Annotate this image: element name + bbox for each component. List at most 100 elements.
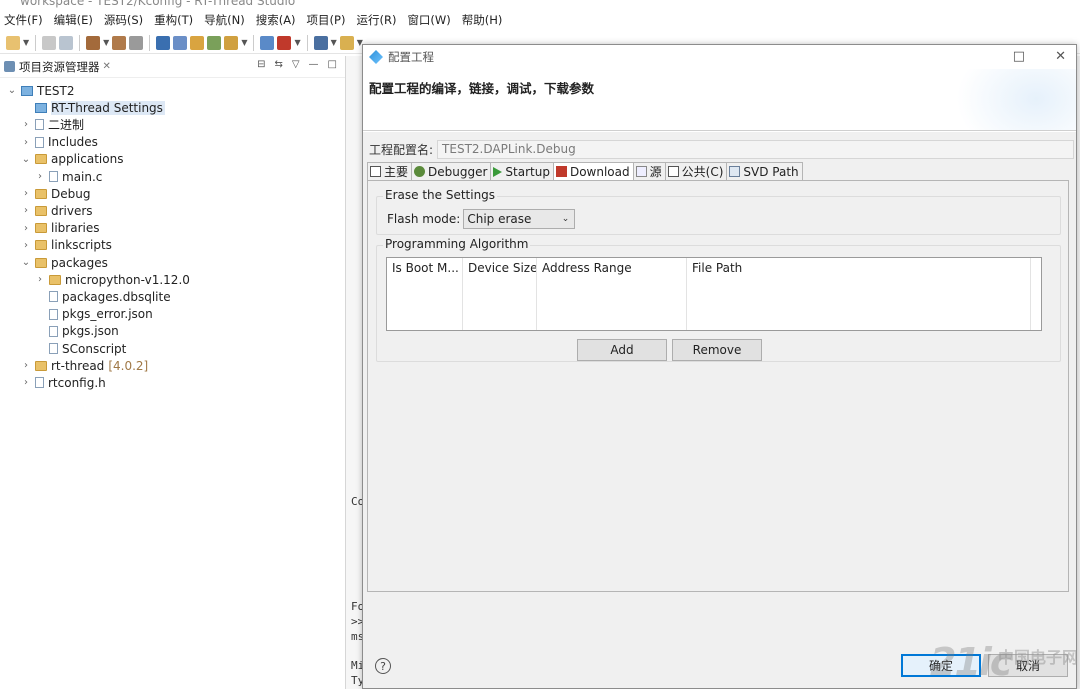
tree-item[interactable]: › Includes (20, 134, 98, 151)
folder-icon (35, 257, 47, 268)
toolbar-separator (35, 34, 37, 51)
bug-icon[interactable] (190, 35, 205, 50)
list-dropdown-icon[interactable]: ▼ (331, 38, 337, 47)
tab-source[interactable]: 源 (632, 162, 666, 180)
expand-icon[interactable]: ⌄ (20, 154, 32, 165)
list-icon[interactable] (313, 35, 328, 50)
collapse-icon[interactable]: › (20, 119, 32, 130)
add-button[interactable]: Add (577, 339, 667, 361)
column-header-address-range[interactable]: Address Range (537, 258, 687, 330)
tree-item[interactable]: pkgs_error.json (34, 306, 153, 323)
collapse-icon[interactable]: › (20, 240, 32, 251)
maximize-icon[interactable]: □ (1013, 49, 1025, 64)
collapse-icon[interactable]: › (34, 171, 46, 182)
tab-download[interactable]: Download (552, 162, 634, 180)
tab-debugger[interactable]: Debugger (411, 162, 492, 180)
tab-label: Download (569, 164, 630, 179)
folder-icon (35, 360, 47, 371)
record-icon[interactable] (277, 35, 292, 50)
menu-source[interactable]: 源码(S) (104, 12, 143, 28)
new-icon[interactable] (6, 35, 20, 50)
tree-item[interactable]: ⌄ applications (20, 151, 124, 168)
back-arrow-icon[interactable] (339, 35, 354, 50)
tab-common[interactable]: 公共(C) (664, 162, 728, 180)
save-icon[interactable] (42, 35, 57, 50)
menu-navigate[interactable]: 导航(N) (204, 12, 245, 28)
minimize-view-icon[interactable]: — (309, 59, 319, 70)
menu-help[interactable]: 帮助(H) (462, 12, 503, 28)
clean-icon[interactable] (112, 35, 127, 50)
source-tab-icon (635, 166, 647, 177)
debug-config-icon[interactable] (224, 35, 239, 50)
collapse-icon[interactable]: › (20, 360, 32, 371)
menu-edit[interactable]: 编辑(E) (54, 12, 93, 28)
tab-svd-path[interactable]: SVD Path (726, 162, 803, 180)
close-icon[interactable]: ✕ (1055, 49, 1066, 64)
collapse-all-icon[interactable]: ⊟ (257, 59, 265, 70)
collapse-icon[interactable]: › (34, 274, 46, 285)
new-dropdown-icon[interactable]: ▼ (23, 38, 29, 47)
tree-item[interactable]: › rtconfig.h (20, 374, 106, 391)
tab-label: SVD Path (743, 164, 799, 179)
collapse-icon[interactable]: › (20, 377, 32, 388)
tree-item[interactable]: ⌄ TEST2 (6, 82, 75, 99)
tree-item[interactable]: › Debug (20, 185, 90, 202)
expand-icon[interactable]: ⌄ (6, 85, 18, 96)
build-dropdown-icon[interactable]: ▼ (103, 38, 109, 47)
tab-main[interactable]: 主要 (367, 162, 413, 180)
maximize-view-icon[interactable]: □ (328, 59, 337, 70)
menu-file[interactable]: 文件(F) (4, 12, 43, 28)
tree-item[interactable]: packages.dbsqlite (34, 288, 171, 305)
tree-item[interactable]: › micropython-v1.12.0 (34, 271, 190, 288)
tab-startup[interactable]: Startup (490, 162, 554, 180)
help-icon[interactable]: ? (375, 658, 391, 674)
config-name-field[interactable]: TEST2.DAPLink.Debug (437, 140, 1075, 159)
terminal-icon[interactable] (156, 35, 171, 50)
tree-item[interactable]: › rt-thread [4.0.2] (20, 357, 148, 374)
toolbar-separator (149, 34, 151, 51)
tree-item[interactable]: › libraries (20, 220, 99, 237)
gear-icon[interactable] (173, 35, 188, 50)
link-editor-icon[interactable]: ⇆ (274, 59, 282, 70)
tree-item[interactable]: ⌄ packages (20, 254, 108, 271)
remove-button[interactable]: Remove (672, 339, 762, 361)
expand-icon[interactable]: ⌄ (20, 257, 32, 268)
record-dropdown-icon[interactable]: ▼ (294, 38, 300, 47)
column-header-device-size[interactable]: Device Size (463, 258, 537, 330)
algorithm-table[interactable]: Is Boot M... Device Size Address Range F… (386, 257, 1042, 331)
flash-mode-select[interactable]: Chip erase ⌄ (463, 209, 576, 229)
version-tag: [4.0.2] (108, 358, 149, 373)
debug-dropdown-icon[interactable]: ▼ (241, 38, 247, 47)
close-view-icon[interactable]: ✕ (103, 61, 111, 72)
tree-item[interactable]: › main.c (34, 168, 102, 185)
collapse-icon[interactable]: › (20, 205, 32, 216)
tree-item-label: applications (51, 152, 124, 167)
column-header-file-path[interactable]: File Path (687, 258, 1031, 330)
menu-refactor[interactable]: 重构(T) (154, 12, 193, 28)
save-all-icon[interactable] (59, 35, 74, 50)
svd-tab-icon (729, 166, 741, 177)
collapse-icon[interactable]: › (20, 188, 32, 199)
tree-item-label: main.c (62, 169, 103, 184)
sdk-icon[interactable] (260, 35, 275, 50)
tree-item[interactable]: › linkscripts (20, 237, 112, 254)
tree-item[interactable]: › drivers (20, 202, 93, 219)
folder-icon (35, 188, 47, 199)
menu-search[interactable]: 搜索(A) (256, 12, 296, 28)
collapse-icon[interactable]: › (20, 137, 32, 148)
menu-window[interactable]: 窗口(W) (407, 12, 450, 28)
download-icon[interactable] (207, 35, 222, 50)
flash-mode-label: Flash mode: (387, 212, 461, 226)
tree-item[interactable]: RT-Thread Settings (20, 99, 165, 116)
collapse-icon[interactable]: › (20, 223, 32, 234)
build-icon[interactable] (86, 35, 101, 50)
wrench-icon[interactable] (129, 35, 144, 50)
column-header-is-boot[interactable]: Is Boot M... (387, 258, 463, 330)
menu-run[interactable]: 运行(R) (356, 12, 396, 28)
tree-item[interactable]: SConscript (34, 340, 126, 357)
menu-project[interactable]: 项目(P) (307, 12, 346, 28)
config-name-label: 工程配置名: (369, 143, 434, 157)
tree-item[interactable]: pkgs.json (34, 323, 119, 340)
view-menu-icon[interactable]: ▽ (292, 59, 300, 70)
tree-item[interactable]: › 二进制 (20, 116, 84, 133)
